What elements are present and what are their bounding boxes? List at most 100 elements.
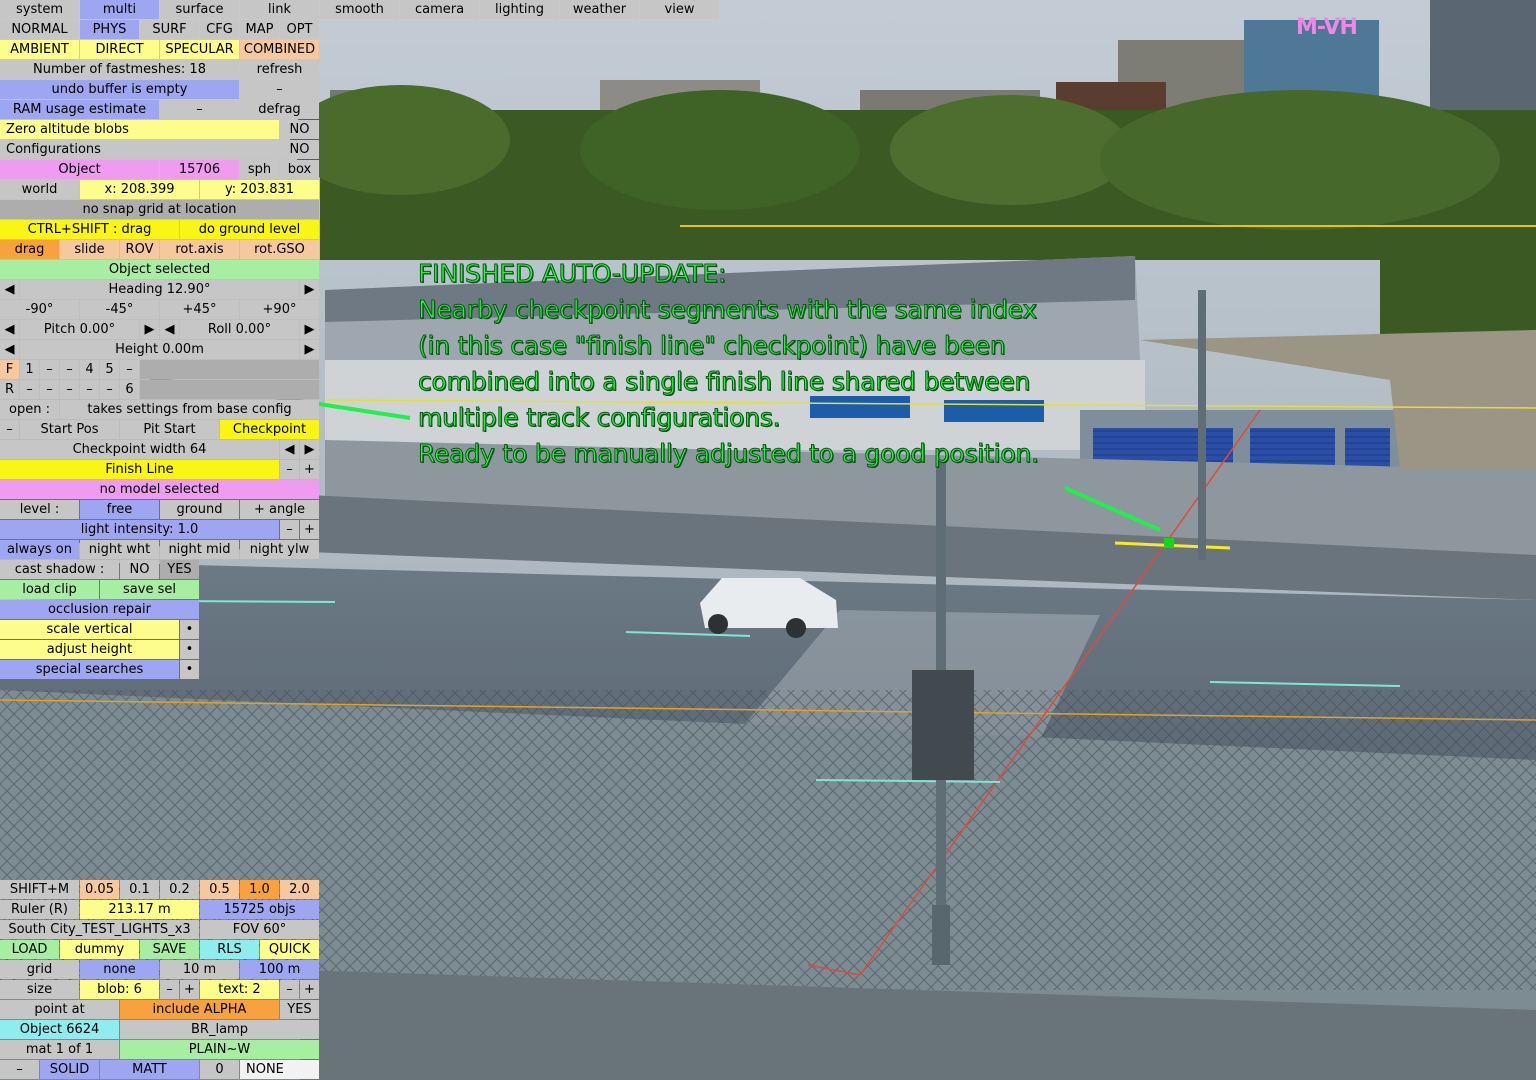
mode-map[interactable]: MAP [240,20,279,39]
tab-camera[interactable]: camera [400,0,479,19]
step-0-5-button[interactable]: 0.5 [200,880,239,899]
blob-plus-button[interactable]: + [180,980,199,999]
refresh-button[interactable]: refresh [240,60,319,79]
material-none-button[interactable]: NONE [240,1060,319,1079]
rot-gso-button[interactable]: rot.GSO [240,240,319,259]
light-intensity-minus-button[interactable]: – [280,520,299,539]
r-config-5[interactable]: – [100,380,119,399]
special-searches-button[interactable]: special searches [0,660,179,679]
light-direct[interactable]: DIRECT [80,40,159,59]
blob-minus-button[interactable]: – [160,980,179,999]
special-searches-bullet-icon[interactable]: • [180,660,199,679]
tab-system[interactable]: system [0,0,79,19]
step-1-0-button[interactable]: 1.0 [240,880,279,899]
night-ylw-button[interactable]: night ylw [240,540,319,559]
material-dash-button[interactable]: – [0,1060,39,1079]
checkpoint-width-value[interactable]: Checkpoint width 64 [0,440,279,459]
heading-right-arrow-icon[interactable]: ▶ [300,280,319,299]
mode-surf[interactable]: SURF [140,20,199,39]
matt-button[interactable]: MATT [100,1060,199,1079]
defrag-button[interactable]: defrag [240,100,319,119]
load-clip-button[interactable]: load clip [0,580,99,599]
heading-value[interactable]: Heading 12.90° [20,280,299,299]
mode-cfg[interactable]: CFG [200,20,239,39]
cast-shadow-yes-button[interactable]: YES [160,560,199,579]
grid-none-button[interactable]: none [80,960,159,979]
start-pos-button[interactable]: Start Pos [20,420,119,439]
r-config-1[interactable]: – [20,380,39,399]
angle-plus-90-button[interactable]: +90° [240,300,319,319]
step-2-0-button[interactable]: 2.0 [280,880,319,899]
ctrl-shift-drag-button[interactable]: CTRL+SHIFT : drag [0,220,179,239]
f-config-3[interactable]: – [60,360,79,379]
roll-value[interactable]: Roll 0.00° [180,320,299,339]
pitch-value[interactable]: Pitch 0.00° [20,320,139,339]
pitch-left-arrow-icon[interactable]: ◀ [0,320,19,339]
scale-vertical-bullet-icon[interactable]: • [180,620,199,639]
occlusion-repair-button[interactable]: occlusion repair [0,600,199,619]
f-config-6[interactable]: – [120,360,139,379]
dummy-button[interactable]: dummy [60,940,139,959]
load-button[interactable]: LOAD [0,940,59,959]
heading-left-arrow-icon[interactable]: ◀ [0,280,19,299]
height-right-arrow-icon[interactable]: ▶ [300,340,319,359]
adjust-height-bullet-icon[interactable]: • [180,640,199,659]
tab-lighting[interactable]: lighting [480,0,559,19]
tab-smooth[interactable]: smooth [320,0,399,19]
include-alpha-yes-toggle[interactable]: YES [280,1000,319,1019]
grid-100m-button[interactable]: 100 m [240,960,319,979]
step-0-05-button[interactable]: 0.05 [80,880,119,899]
cast-shadow-no-button[interactable]: NO [120,560,159,579]
ruler-button[interactable]: Ruler (R) [0,900,79,919]
fov-value[interactable]: FOV 60° [200,920,319,939]
height-value[interactable]: Height 0.00m [20,340,299,359]
tab-multi[interactable]: multi [80,0,159,19]
ram-usage-button[interactable]: RAM usage estimate [0,100,159,119]
start-dash-button[interactable]: – [0,420,19,439]
save-sel-button[interactable]: save sel [100,580,199,599]
f-config-1[interactable]: 1 [20,360,39,379]
tab-link[interactable]: link [240,0,319,19]
angle-minus-45-button[interactable]: -45° [80,300,159,319]
mode-phys[interactable]: PHYS [80,20,139,39]
checkpoint-width-right-arrow-icon[interactable]: ▶ [300,440,319,459]
step-0-2-button[interactable]: 0.2 [160,880,199,899]
slide-button[interactable]: slide [60,240,119,259]
f-config-2[interactable]: – [40,360,59,379]
pitch-right-arrow-icon[interactable]: ▶ [140,320,159,339]
light-combined[interactable]: COMBINED [240,40,319,59]
include-alpha-button[interactable]: include ALPHA [120,1000,279,1019]
light-intensity-plus-button[interactable]: + [300,520,319,539]
save-button[interactable]: SAVE [140,940,199,959]
step-0-1-button[interactable]: 0.1 [120,880,159,899]
f-config-4[interactable]: 4 [80,360,99,379]
rot-axis-button[interactable]: rot.axis [160,240,239,259]
finish-line-plus-button[interactable]: + [300,460,319,479]
text-plus-button[interactable]: + [300,980,319,999]
light-ambient[interactable]: AMBIENT [0,40,79,59]
scale-vertical-button[interactable]: scale vertical [0,620,179,639]
always-on-button[interactable]: always on [0,540,79,559]
angle-minus-90-button[interactable]: -90° [0,300,79,319]
level-ground-button[interactable]: ground [160,500,239,519]
text-minus-button[interactable]: – [280,980,299,999]
level-free-button[interactable]: free [80,500,159,519]
finish-line-minus-button[interactable]: – [280,460,299,479]
r-config-2[interactable]: – [40,380,59,399]
quick-button[interactable]: QUICK [260,940,319,959]
drag-button[interactable]: drag [0,240,59,259]
tab-weather[interactable]: weather [560,0,639,19]
adjust-height-button[interactable]: adjust height [0,640,179,659]
grid-10m-button[interactable]: 10 m [160,960,239,979]
level-angle-button[interactable]: + angle [240,500,319,519]
tab-surface[interactable]: surface [160,0,239,19]
angle-plus-45-button[interactable]: +45° [160,300,239,319]
night-wht-button[interactable]: night wht [80,540,159,559]
zero-altitude-blobs-toggle[interactable]: NO [280,120,319,139]
height-left-arrow-icon[interactable]: ◀ [0,340,19,359]
world-button[interactable]: world [0,180,79,199]
r-config-6[interactable]: 6 [120,380,139,399]
r-config-3[interactable]: – [60,380,79,399]
rls-button[interactable]: RLS [200,940,259,959]
finish-line-selector[interactable]: Finish Line [0,460,279,479]
